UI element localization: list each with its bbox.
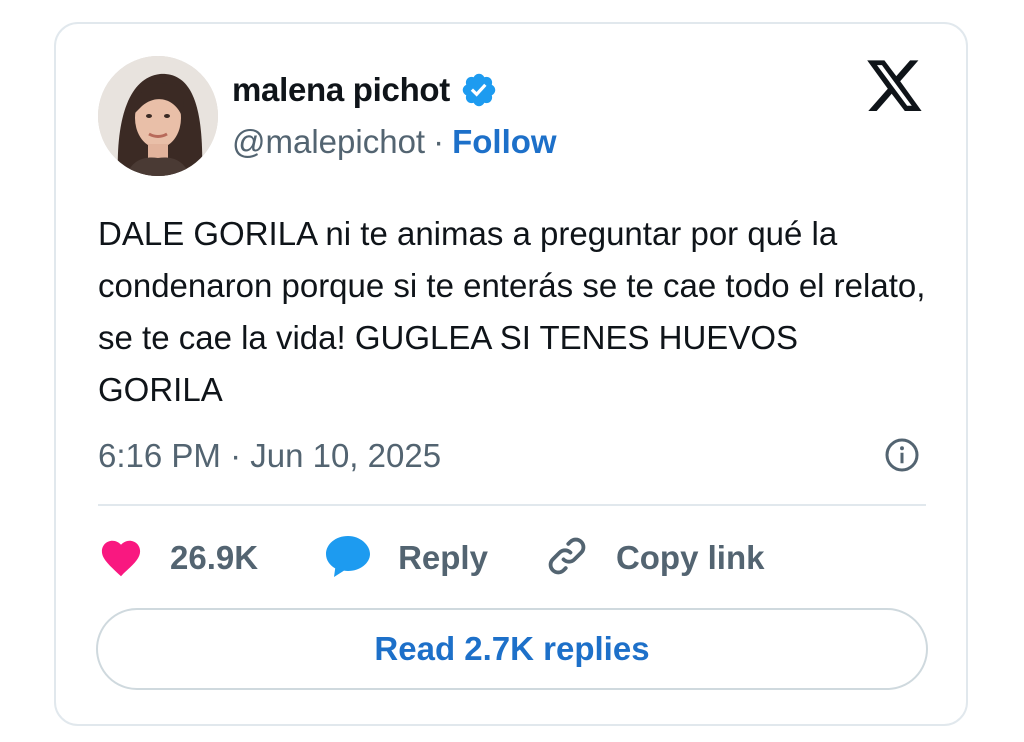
read-replies-button[interactable]: Read 2.7K replies <box>96 608 928 690</box>
divider <box>98 504 926 506</box>
action-bar: 26.9K Reply Copy link <box>98 534 764 582</box>
copy-link-button[interactable]: Copy link <box>544 533 765 584</box>
tweet-timestamp[interactable]: 6:16 PM · Jun 10, 2025 <box>98 434 441 478</box>
reply-label: Reply <box>398 539 488 576</box>
x-logo-icon[interactable] <box>866 60 924 114</box>
speech-bubble-icon <box>324 533 372 584</box>
heart-icon <box>98 535 144 582</box>
link-icon <box>544 533 590 584</box>
separator-dot: · <box>433 123 445 160</box>
tweet-text: DALE GORILA ni te animas a preguntar por… <box>98 215 926 408</box>
tweet-card: malena pichot @malepichot · Follow DALE … <box>54 22 968 726</box>
avatar-image <box>98 56 218 176</box>
reply-button[interactable]: Reply <box>324 533 488 584</box>
author-name[interactable]: malena pichot <box>232 71 450 109</box>
verified-badge-icon <box>460 71 498 109</box>
likes-count: 26.9K <box>170 539 259 576</box>
follow-button[interactable]: Follow <box>452 123 556 161</box>
author-handle[interactable]: @malepichot <box>232 123 425 161</box>
info-icon[interactable] <box>884 437 920 473</box>
author-handle-row: @malepichot · Follow <box>232 122 557 162</box>
like-button[interactable]: 26.9K <box>98 535 258 582</box>
copy-link-label: Copy link <box>615 539 765 576</box>
author-name-row: malena pichot <box>232 70 498 110</box>
author-avatar[interactable] <box>98 56 218 176</box>
